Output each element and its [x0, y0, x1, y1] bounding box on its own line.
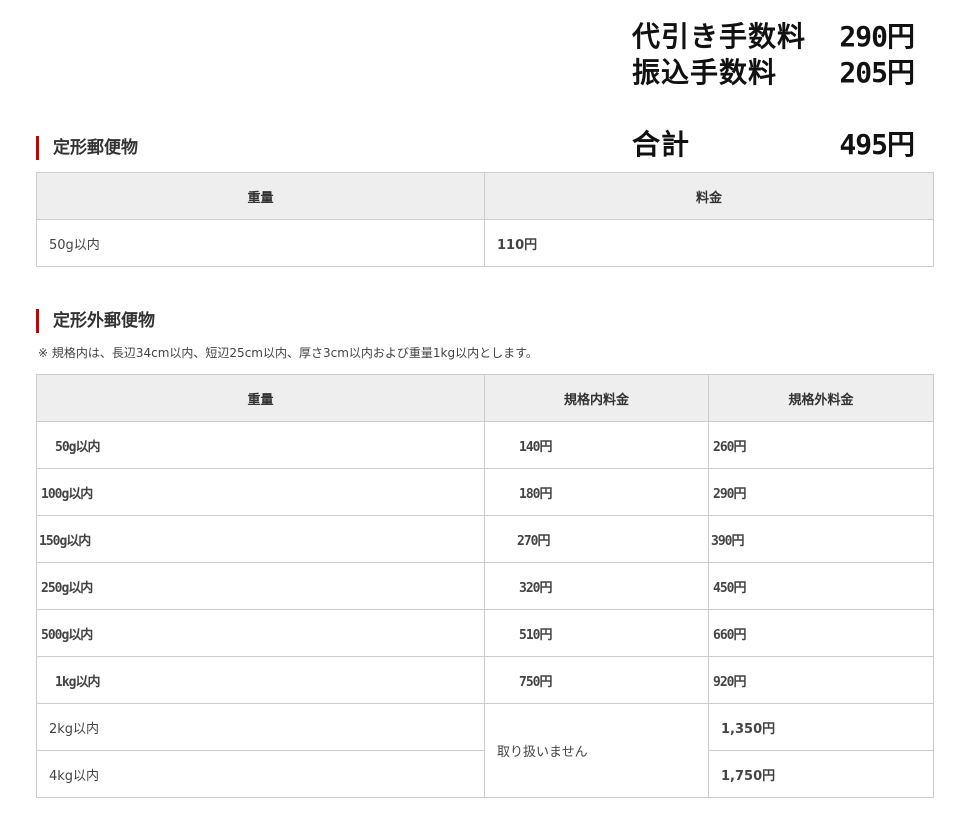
weight-cell: 50g以内 — [36, 421, 485, 469]
outside-price-cell: 260円 — [708, 421, 934, 469]
outside-price-cell: 1,350円 — [708, 703, 934, 751]
fee-label: 代引き手数料 — [632, 20, 807, 53]
inside-price-cell: 510円 — [484, 609, 709, 657]
inside-price-cell: 320円 — [484, 562, 709, 610]
inside-price-cell: 270円 — [484, 515, 709, 563]
header-weight: 重量 — [36, 172, 485, 220]
weight-cell: 2kg以内 — [36, 703, 485, 751]
section-title-standard: 定形郵便物 — [36, 136, 138, 160]
table-row: 2kg以内 取り扱いません 1,350円 — [36, 703, 934, 798]
outside-price-cell: 450円 — [708, 562, 934, 610]
fee-value: 205円 — [839, 56, 915, 89]
outside-price-cell: 920円 — [708, 656, 934, 704]
outside-price-cell: 290円 — [708, 468, 934, 516]
fee-label: 振込手数料 — [632, 56, 778, 89]
table-row: 150g以内 270円 390円 — [36, 515, 934, 563]
section-title-nonstandard: 定形外郵便物 — [36, 309, 155, 333]
weight-cell: 1kg以内 — [36, 656, 485, 704]
size-note: ※ 規格内は、長辺34cm以内、短辺25cm以内、厚さ3cm以内および重量1kg… — [38, 346, 538, 360]
table-row: 50g以内 140円 260円 — [36, 421, 934, 469]
table-row: 100g以内 180円 290円 — [36, 468, 934, 516]
header-inside-price: 規格内料金 — [484, 374, 709, 422]
fee-value: 290円 — [839, 20, 915, 53]
header-outside-price: 規格外料金 — [708, 374, 934, 422]
header-weight: 重量 — [36, 374, 485, 422]
nonstandard-mail-table: 重量 規格内料金 規格外料金 50g以内 140円 260円 100g以内 18… — [36, 374, 934, 798]
fee-row-total: 合計 495円 — [632, 126, 922, 164]
outside-price-cell: 390円 — [708, 515, 934, 563]
fee-value: 495円 — [839, 128, 915, 161]
weight-cell: 500g以内 — [36, 609, 485, 657]
outside-price-cell: 1,750円 — [708, 750, 934, 798]
fee-row-cod: 代引き手数料 290円 — [632, 18, 922, 56]
table-row: 1kg以内 750円 920円 — [36, 656, 934, 704]
inside-price-cell: 140円 — [484, 421, 709, 469]
header-price: 料金 — [484, 172, 934, 220]
weight-cell: 50g以内 — [36, 219, 485, 267]
inside-price-cell: 180円 — [484, 468, 709, 516]
table-row: 250g以内 320円 450円 — [36, 562, 934, 610]
price-cell: 110円 — [484, 219, 934, 267]
inside-price-cell: 750円 — [484, 656, 709, 704]
outside-price-cell: 660円 — [708, 609, 934, 657]
table-row: 500g以内 510円 660円 — [36, 609, 934, 657]
weight-cell: 4kg以内 — [36, 750, 485, 798]
table-header-row: 重量 規格内料金 規格外料金 — [36, 374, 934, 422]
weight-cell: 150g以内 — [36, 515, 485, 563]
standard-mail-table: 重量 料金 50g以内 110円 — [36, 172, 934, 267]
table-header-row: 重量 料金 — [36, 172, 934, 220]
fee-row-transfer: 振込手数料 205円 — [632, 54, 922, 92]
weight-cell: 100g以内 — [36, 468, 485, 516]
not-handled-cell: 取り扱いません — [484, 703, 709, 798]
fee-label: 合計 — [632, 128, 691, 161]
weight-cell: 250g以内 — [36, 562, 485, 610]
table-row: 50g以内 110円 — [36, 219, 934, 267]
